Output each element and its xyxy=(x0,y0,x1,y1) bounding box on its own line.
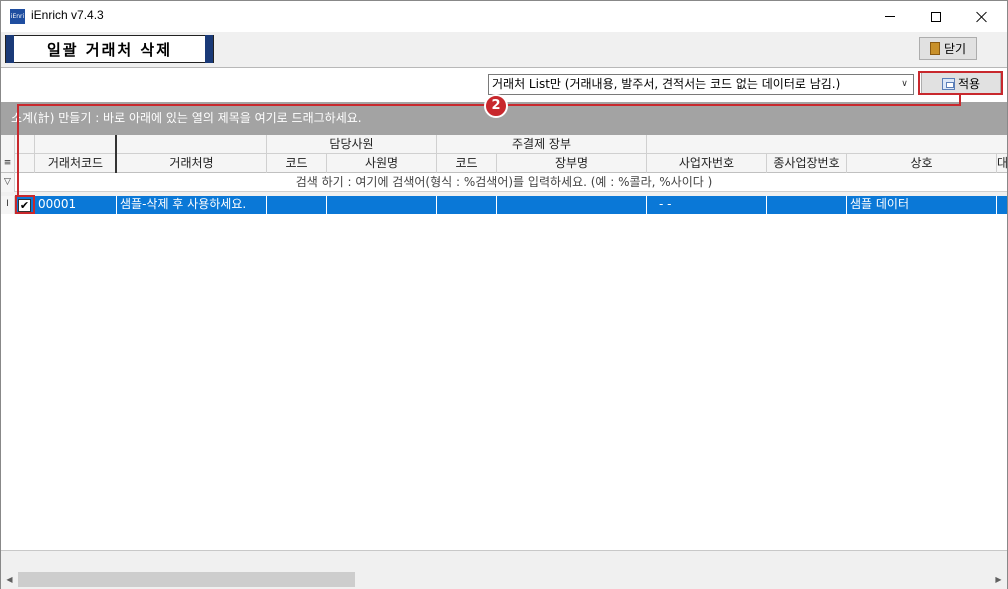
column-header-company[interactable]: 상호 xyxy=(847,154,997,173)
cell-manager-name[interactable] xyxy=(327,196,437,214)
cell-name[interactable]: 샘플-삭제 후 사용하세요. xyxy=(117,196,267,214)
page-title: 일괄 거래처 삭제 xyxy=(46,40,173,59)
column-header-ledger-name[interactable]: 장부명 xyxy=(497,154,647,173)
step-badge: 2 xyxy=(484,94,508,118)
window-close-button[interactable] xyxy=(959,1,1005,32)
apply-highlight xyxy=(918,71,1003,95)
chevron-down-icon[interactable]: ∨ xyxy=(896,75,913,94)
page-header: 일괄 거래처 삭제 닫기 xyxy=(1,32,1007,67)
door-icon xyxy=(929,42,940,55)
maximize-button[interactable] xyxy=(913,1,959,32)
cell-overflow[interactable] xyxy=(997,196,1007,214)
scroll-left-icon[interactable]: ◀ xyxy=(1,570,18,589)
column-header-manager-code[interactable]: 코드 xyxy=(267,154,327,173)
header-spacer xyxy=(35,135,117,154)
cell-biz-no[interactable]: - - xyxy=(647,196,767,214)
scroll-right-icon[interactable]: ▶ xyxy=(990,570,1007,589)
search-hint: 검색 하기 : 여기에 검색어(형식 : %검색어)를 입력하세요. (예 : … xyxy=(295,175,713,189)
column-header-row: ≡ 거래처코드 거래처명 코드 사원명 코드 장부명 사업자번호 종사업장번호 … xyxy=(1,154,1007,173)
header-spacer xyxy=(115,135,267,154)
scroll-thumb[interactable] xyxy=(18,572,355,587)
row-edit-icon: I xyxy=(1,196,15,214)
toolbar: 거래처 List만 (거래내용, 발주서, 견적서는 코드 없는 데이터로 남김… xyxy=(1,67,1007,101)
filter-icon: ▽ xyxy=(1,173,15,192)
column-header-name[interactable]: 거래처명 xyxy=(115,154,267,173)
maximize-icon xyxy=(931,11,941,22)
horizontal-scrollbar[interactable]: ◀ ▶ xyxy=(1,570,1007,589)
column-header-manager-name[interactable]: 사원명 xyxy=(327,154,437,173)
annotation-line xyxy=(17,104,19,196)
corner-cell xyxy=(1,135,15,154)
title-cap-left xyxy=(6,35,14,63)
data-grid: 담당사원 주결제 장부 ≡ 거래처코드 거래처명 코드 사원명 코드 장부명 사… xyxy=(1,135,1007,550)
column-header-ledger-code[interactable]: 코드 xyxy=(437,154,497,173)
column-header-code[interactable]: 거래처코드 xyxy=(35,154,117,173)
title-bar: iEnri iEnrich v7.4.3 xyxy=(1,1,1007,32)
checkbox-highlight xyxy=(15,195,35,214)
cell-ledger-code[interactable] xyxy=(437,196,497,214)
title-cap-right xyxy=(205,35,213,63)
cell-company[interactable]: 샘플 데이터 xyxy=(847,196,997,214)
cell-code[interactable]: 00001 xyxy=(35,196,117,214)
column-header-sub-biz-no[interactable]: 종사업장번호 xyxy=(767,154,847,173)
cell-manager-code[interactable] xyxy=(267,196,327,214)
page-title-plate: 일괄 거래처 삭제 xyxy=(5,35,214,63)
column-header-overflow[interactable]: 대 xyxy=(997,154,1007,173)
app-window: iEnri iEnrich v7.4.3 일괄 거래처 삭제 닫기 거래처 Li… xyxy=(0,0,1008,589)
cell-sub-biz-no[interactable] xyxy=(767,196,847,214)
group-header-manager: 담당사원 xyxy=(267,135,437,154)
minimize-icon xyxy=(885,16,895,17)
column-header-biz-no[interactable]: 사업자번호 xyxy=(647,154,767,173)
delete-scope-value: 거래처 List만 (거래내용, 발주서, 견적서는 코드 없는 데이터로 남김… xyxy=(492,77,841,91)
app-icon: iEnri xyxy=(10,9,25,24)
cell-ledger-name[interactable] xyxy=(497,196,647,214)
header-spacer xyxy=(647,135,1007,154)
summary-footer-row xyxy=(1,550,1007,570)
table-row[interactable]: I ✔ 00001 샘플-삭제 후 사용하세요. - - 샘플 데이터 xyxy=(1,196,1007,214)
group-header-row: 담당사원 주결제 장부 xyxy=(1,135,1007,154)
window-title: iEnrich v7.4.3 xyxy=(31,8,104,22)
group-header-ledger: 주결제 장부 xyxy=(437,135,647,154)
search-filter-row[interactable]: ▽ 검색 하기 : 여기에 검색어(형식 : %검색어)를 입력하세요. (예 … xyxy=(1,173,1007,192)
close-icon xyxy=(976,11,988,23)
close-page-button[interactable]: 닫기 xyxy=(919,37,977,60)
close-page-label: 닫기 xyxy=(943,42,967,56)
delete-scope-select[interactable]: 거래처 List만 (거래내용, 발주서, 견적서는 코드 없는 데이터로 남김… xyxy=(488,74,914,95)
row-selector-icon[interactable]: ≡ xyxy=(1,154,15,173)
minimize-button[interactable] xyxy=(867,1,913,32)
